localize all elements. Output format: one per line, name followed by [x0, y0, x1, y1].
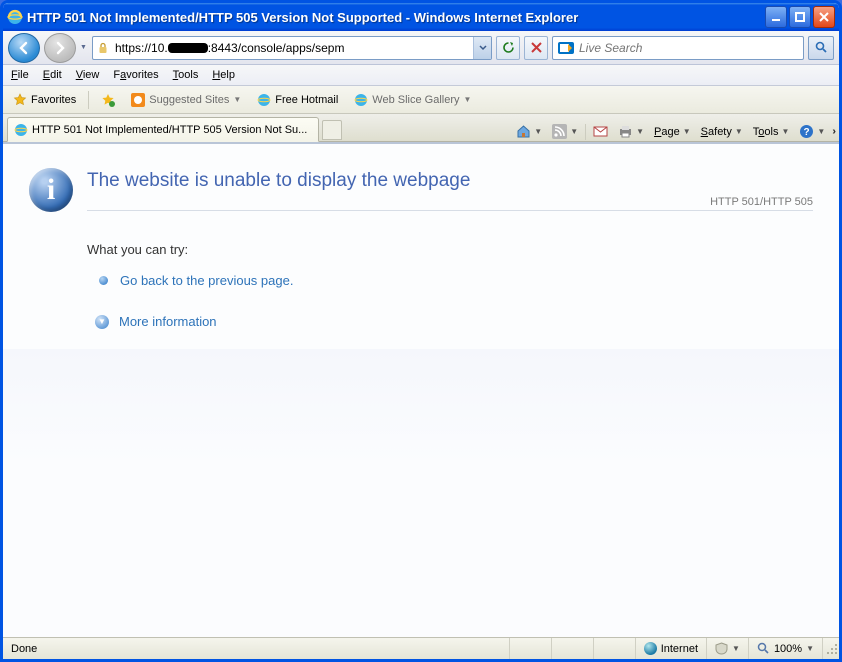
menubar: FFileile EditEdit ViewView FavoritesFavo… [3, 65, 839, 86]
help-icon: ? [799, 124, 814, 139]
divider [87, 210, 813, 211]
home-button[interactable]: ▼ [513, 122, 545, 141]
refresh-button[interactable] [496, 36, 520, 60]
add-favorite-button[interactable] [97, 91, 119, 109]
webslice-label: Web Slice Gallery [372, 94, 459, 106]
help-button[interactable]: ?▼ [796, 122, 828, 141]
favorites-bar: Favorites Suggested Sites ▼ Free Hotmail… [3, 86, 839, 114]
favorites-label: Favorites [31, 94, 76, 106]
safety-menu[interactable]: SafetySafety▼ [698, 124, 746, 140]
home-icon [516, 124, 531, 139]
bing-icon [557, 41, 575, 55]
menu-view[interactable]: ViewView [76, 69, 100, 81]
read-mail-button[interactable] [590, 122, 611, 141]
ie-small-icon [257, 93, 271, 107]
separator [88, 91, 89, 109]
suggested-icon [131, 93, 145, 107]
print-button[interactable]: ▼ [615, 122, 647, 141]
error-heading: The website is unable to display the web… [87, 170, 813, 192]
try-label: What you can try: [87, 242, 813, 257]
content-fill [3, 349, 839, 637]
suggested-label: Suggested Sites [149, 94, 229, 106]
close-button[interactable] [813, 6, 835, 28]
history-dropdown-icon[interactable]: ▼ [80, 44, 88, 51]
address-dropdown-icon[interactable] [473, 37, 491, 59]
minimize-button[interactable] [765, 6, 787, 28]
hotmail-label: Free Hotmail [275, 94, 338, 106]
print-icon [618, 124, 633, 139]
menu-edit[interactable]: EditEdit [43, 69, 62, 81]
menu-file[interactable]: FFileile [11, 69, 29, 81]
shield-icon [715, 642, 728, 655]
titlebar: HTTP 501 Not Implemented/HTTP 505 Versio… [3, 3, 839, 31]
back-button[interactable] [8, 33, 40, 63]
menu-tools[interactable]: ToolsTools [173, 69, 199, 81]
tab-title: HTTP 501 Not Implemented/HTTP 505 Versio… [32, 124, 307, 136]
browser-window: HTTP 501 Not Implemented/HTTP 505 Versio… [0, 0, 842, 662]
web-slice-button[interactable]: Web Slice Gallery ▼ [350, 91, 475, 109]
feeds-button[interactable]: ▼ [549, 122, 581, 141]
star-add-icon [101, 93, 115, 107]
resize-grip[interactable] [823, 638, 839, 659]
content-area: i The website is unable to display the w… [3, 142, 839, 637]
command-bar: ▼ ▼ ▼ PagePage▼ SafetySafety▼ ToolsTools… [507, 122, 839, 141]
protected-mode-button[interactable]: ▼ [707, 638, 749, 659]
window-title: HTTP 501 Not Implemented/HTTP 505 Versio… [27, 10, 765, 25]
expand-icon[interactable]: ▼ [95, 315, 109, 329]
ie-icon [7, 9, 23, 25]
forward-button[interactable] [44, 33, 76, 63]
zoom-icon [757, 642, 770, 655]
tab-bar: HTTP 501 Not Implemented/HTTP 505 Versio… [3, 114, 839, 142]
free-hotmail-button[interactable]: Free Hotmail [253, 91, 342, 109]
zone-indicator[interactable]: Internet [636, 638, 707, 659]
rss-icon [552, 124, 567, 139]
lock-icon [93, 42, 113, 54]
page-menu[interactable]: PagePage▼ [651, 124, 694, 140]
url-suffix: :8443/console/apps/sepm [208, 41, 345, 55]
zone-label: Internet [661, 643, 698, 655]
ie-small-icon [354, 93, 368, 107]
favorites-button[interactable]: Favorites [9, 91, 80, 109]
bullet-icon [99, 276, 108, 285]
nav-toolbar: ▼ https://10. :8443/console/apps/sepm [3, 31, 839, 65]
maximize-button[interactable] [789, 6, 811, 28]
suggested-sites-button[interactable]: Suggested Sites ▼ [127, 91, 245, 109]
star-icon [13, 93, 27, 107]
menu-favorites[interactable]: FavoritesFavorites [113, 69, 158, 81]
go-back-link[interactable]: Go back to the previous page. [120, 273, 293, 288]
svg-text:?: ? [804, 127, 810, 138]
more-info-link[interactable]: More information [119, 314, 217, 329]
zoom-level: 100% [774, 643, 802, 655]
zoom-control[interactable]: 100% ▼ [749, 638, 823, 659]
search-go-button[interactable] [808, 36, 834, 60]
info-icon: i [29, 168, 73, 212]
ie-tab-icon [14, 123, 28, 137]
url-prefix: https://10. [115, 41, 168, 55]
status-text: Done [3, 638, 468, 659]
search-input[interactable] [579, 41, 803, 55]
search-box[interactable] [552, 36, 804, 60]
menu-help[interactable]: HelpHelp [212, 69, 235, 81]
tools-menu[interactable]: ToolsTools▼ [750, 124, 793, 140]
globe-icon [644, 642, 657, 655]
new-tab-button[interactable] [322, 120, 342, 140]
overflow-button[interactable]: ›› [832, 126, 833, 137]
mail-icon [593, 124, 608, 139]
status-bar: Done Internet ▼ 100% ▼ [3, 637, 839, 659]
active-tab[interactable]: HTTP 501 Not Implemented/HTTP 505 Versio… [7, 117, 319, 142]
error-code: HTTP 501/HTTP 505 [87, 196, 813, 208]
address-bar[interactable]: https://10. :8443/console/apps/sepm [92, 36, 492, 60]
stop-button[interactable] [524, 36, 548, 60]
url-redacted [168, 43, 208, 53]
